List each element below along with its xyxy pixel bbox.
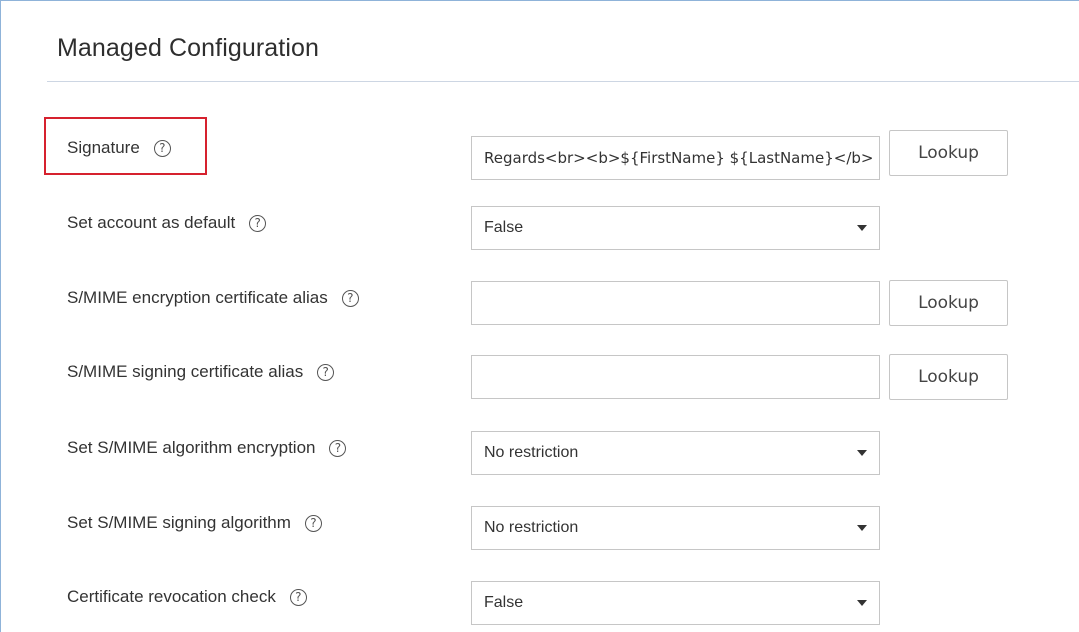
smime-signing-alias-lookup-button[interactable]: Lookup	[889, 354, 1008, 400]
help-icon[interactable]: ?	[304, 514, 322, 532]
revocation-check-select-value: False	[484, 594, 524, 611]
help-icon[interactable]: ?	[317, 363, 335, 381]
help-icon[interactable]: ?	[289, 588, 307, 606]
help-icon[interactable]: ?	[341, 289, 359, 307]
default-account-label: Set account as default ?	[67, 200, 267, 246]
default-account-select-value: False	[484, 219, 524, 236]
smime-encryption-alias-lookup-button[interactable]: Lookup	[889, 280, 1008, 326]
smime-encryption-alias-input[interactable]	[471, 281, 880, 325]
revocation-check-label: Certificate revocation check ?	[67, 574, 307, 620]
page-title: Managed Configuration	[57, 34, 319, 62]
smime-encryption-algorithm-select-value: No restriction	[484, 444, 579, 461]
signature-input[interactable]: Regards<br><b>${FirstName} ${LastName}</…	[471, 136, 880, 180]
smime-signing-algorithm-select-value: No restriction	[484, 519, 579, 536]
caret-down-icon	[857, 450, 867, 456]
caret-down-icon	[857, 525, 867, 531]
revocation-check-label-text: Certificate revocation check	[67, 587, 276, 606]
smime-signing-algorithm-label: Set S/MIME signing algorithm ?	[67, 500, 322, 546]
default-account-label-text: Set account as default	[67, 213, 236, 232]
help-icon[interactable]: ?	[249, 214, 267, 232]
smime-signing-alias-label: S/MIME signing certificate alias ?	[67, 349, 335, 395]
smime-encryption-algorithm-label-text: Set S/MIME algorithm encryption	[67, 438, 316, 457]
smime-signing-alias-input[interactable]	[471, 355, 880, 399]
smime-encryption-algorithm-label: Set S/MIME algorithm encryption ?	[67, 425, 347, 471]
help-icon[interactable]: ?	[329, 439, 347, 457]
caret-down-icon	[857, 225, 867, 231]
revocation-check-select[interactable]: False	[471, 581, 880, 625]
default-account-select[interactable]: False	[471, 206, 880, 250]
caret-down-icon	[857, 600, 867, 606]
signature-highlight-box	[44, 117, 207, 175]
title-divider	[47, 81, 1079, 82]
smime-encryption-algorithm-select[interactable]: No restriction	[471, 431, 880, 475]
smime-signing-algorithm-label-text: Set S/MIME signing algorithm	[67, 513, 291, 532]
config-panel: Managed Configuration Signature ? Regard…	[0, 0, 1079, 632]
smime-signing-alias-label-text: S/MIME signing certificate alias	[67, 362, 304, 381]
signature-lookup-button[interactable]: Lookup	[889, 130, 1008, 176]
smime-encryption-alias-label-text: S/MIME encryption certificate alias	[67, 288, 328, 307]
smime-signing-algorithm-select[interactable]: No restriction	[471, 506, 880, 550]
smime-encryption-alias-label: S/MIME encryption certificate alias ?	[67, 275, 359, 321]
